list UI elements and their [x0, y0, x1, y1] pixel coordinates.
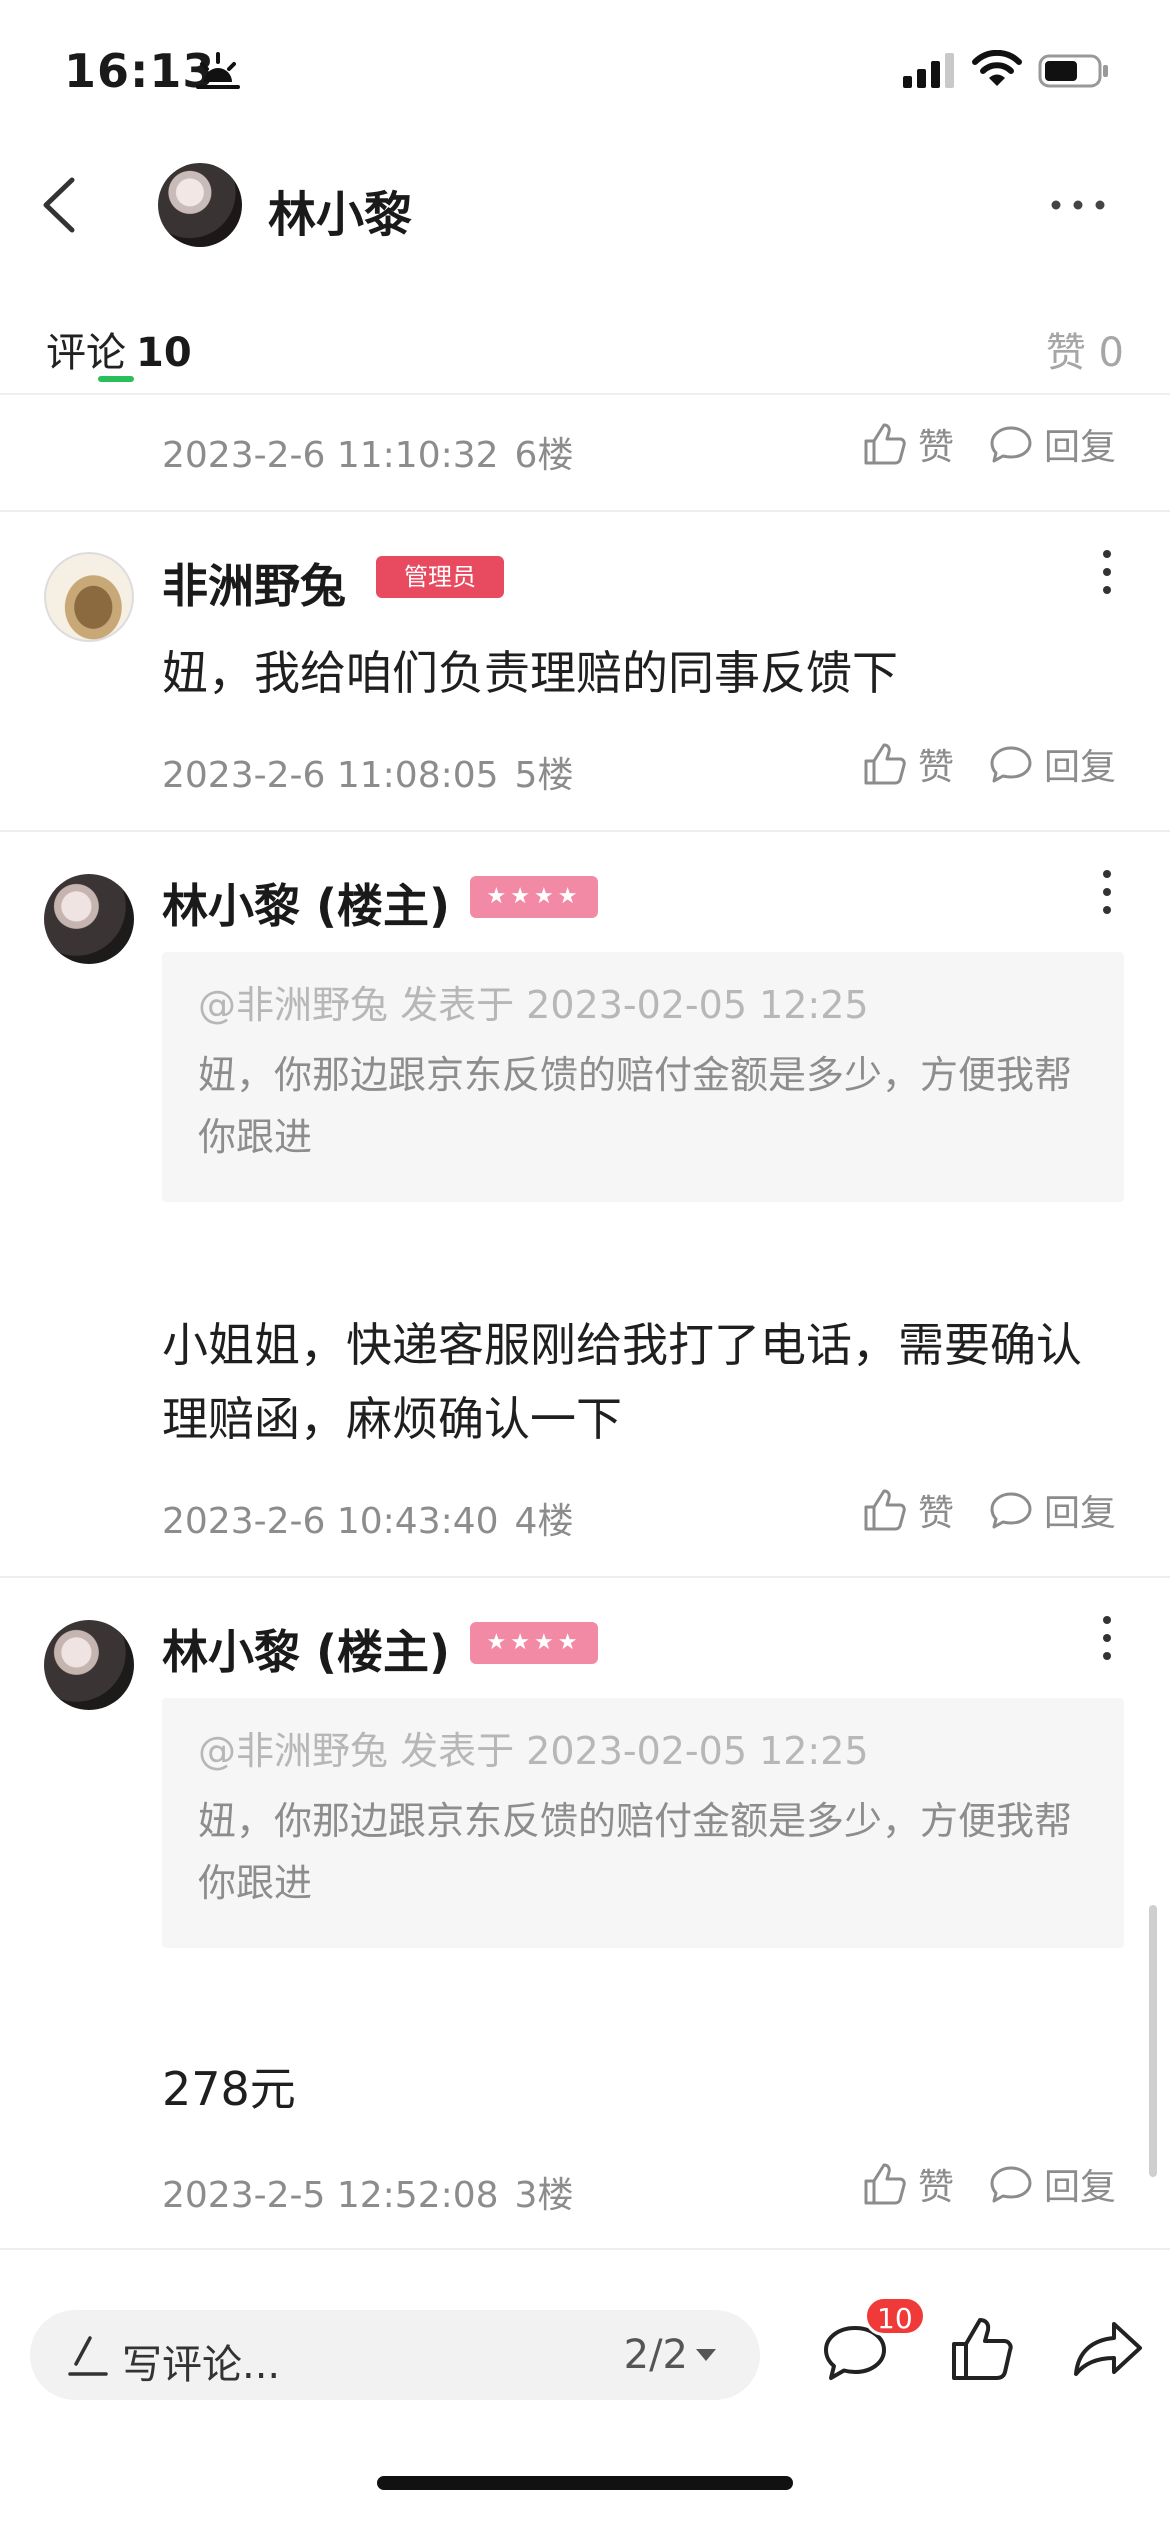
- caret-down-icon: [696, 2349, 716, 2361]
- comment-more-icon[interactable]: [1098, 868, 1116, 916]
- like-button[interactable]: 赞: [862, 738, 954, 790]
- comment-meta: 2023-2-6 10:43:40 4楼 赞 回复: [162, 1484, 1122, 1544]
- level-badge: ★★★★: [470, 876, 598, 918]
- comment-bubble-icon: [990, 1492, 1032, 1529]
- status-bar: 16:13: [0, 0, 1170, 150]
- signal-icon: [903, 53, 954, 88]
- divider: [0, 510, 1170, 512]
- like-button[interactable]: 赞: [862, 418, 954, 470]
- thumbs-up-icon: [864, 743, 906, 785]
- comment-meta: 2023-2-6 11:10:32 6楼 赞 回复: [162, 418, 1122, 478]
- more-icon[interactable]: [1050, 195, 1106, 215]
- comment-author[interactable]: 林小黎 (楼主): [162, 870, 450, 936]
- reply-button[interactable]: 回复: [988, 418, 1116, 470]
- tab-likes[interactable]: 赞 0: [1046, 320, 1124, 378]
- thumbs-up-icon: [864, 423, 906, 465]
- reply-label: 回复: [1044, 747, 1117, 788]
- admin-badge: 管理员: [376, 556, 504, 598]
- reply-button[interactable]: 回复: [988, 1484, 1116, 1536]
- comment-time: 2023-2-6 11:10:32: [162, 435, 499, 476]
- comment-bubble-icon: [990, 2166, 1032, 2203]
- write-comment-input[interactable]: 写评论... 2/2: [30, 2310, 760, 2400]
- header-avatar[interactable]: [158, 163, 242, 247]
- comment-bubble-icon: [990, 746, 1032, 783]
- quote-header: @非洲野兔 发表于 2023-02-05 12:25: [198, 983, 869, 1027]
- comment-text: 小姐姐，快递客服刚给我打了电话，需要确认理赔函，麻烦确认一下: [162, 1318, 1082, 1446]
- page-indicator-label: 2/2: [623, 2332, 688, 2378]
- bottom-bar: 写评论... 2/2 10: [0, 2248, 1170, 2532]
- page-title[interactable]: 林小黎: [268, 175, 412, 245]
- thumbs-up-icon[interactable]: [950, 2316, 1014, 2382]
- comment-floor: 5楼: [514, 755, 574, 796]
- quoted-comment[interactable]: @非洲野兔 发表于 2023-02-05 12:25 妞，你那边跟京东反馈的赔付…: [162, 952, 1124, 1202]
- comment-time: 2023-2-6 11:08:05: [162, 755, 499, 796]
- scrollbar[interactable]: [1149, 1905, 1157, 2177]
- comment-floor: 3楼: [514, 2175, 574, 2216]
- comment-floor: 6楼: [514, 435, 574, 476]
- tabs: 评论 10 赞 0: [0, 300, 1170, 395]
- thumbs-up-icon: [864, 2163, 906, 2205]
- header: 林小黎: [0, 150, 1170, 260]
- tab-comments[interactable]: 评论 10: [46, 320, 192, 378]
- sunrise-icon: [196, 52, 240, 89]
- active-tab-indicator: [98, 376, 134, 382]
- battery-icon: [1038, 54, 1108, 88]
- quote-body: 妞，你那边跟京东反馈的赔付金额是多少，方便我帮你跟进: [198, 1799, 1073, 1905]
- like-button[interactable]: 赞: [862, 1484, 954, 1536]
- reply-label: 回复: [1044, 1493, 1117, 1534]
- like-label: 赞: [918, 1493, 955, 1534]
- reply-label: 回复: [1044, 2167, 1117, 2208]
- reply-button[interactable]: 回复: [988, 2158, 1116, 2210]
- pen-icon: [68, 2336, 108, 2376]
- comment-time: 2023-2-5 12:52:08: [162, 2175, 499, 2216]
- like-label: 赞: [918, 2167, 955, 2208]
- level-badge: ★★★★: [470, 1622, 598, 1664]
- reply-button[interactable]: 回复: [988, 738, 1116, 790]
- comment-more-icon[interactable]: [1098, 548, 1116, 596]
- like-label: 赞: [918, 427, 955, 468]
- divider: [0, 1576, 1170, 1578]
- avatar[interactable]: [44, 552, 134, 642]
- like-button[interactable]: 赞: [862, 2158, 954, 2210]
- comment-more-icon[interactable]: [1098, 1614, 1116, 1662]
- comment-bubble-icon: [990, 426, 1032, 463]
- comment-time: 2023-2-6 10:43:40: [162, 1501, 499, 1542]
- tab-comments-label: 评论: [46, 330, 126, 376]
- home-indicator: [377, 2476, 793, 2490]
- wifi-icon: [972, 50, 1022, 86]
- comment-count-badge: 10: [864, 2296, 926, 2336]
- quote-body: 妞，你那边跟京东反馈的赔付金额是多少，方便我帮你跟进: [198, 1053, 1073, 1159]
- tab-comments-count: 10: [136, 330, 192, 376]
- back-icon[interactable]: [30, 170, 90, 240]
- status-time: 16:13: [64, 44, 216, 98]
- quoted-comment[interactable]: @非洲野兔 发表于 2023-02-05 12:25 妞，你那边跟京东反馈的赔付…: [162, 1698, 1124, 1948]
- divider: [0, 830, 1170, 832]
- thumbs-up-icon: [864, 1489, 906, 1531]
- like-label: 赞: [918, 747, 955, 788]
- quote-header: @非洲野兔 发表于 2023-02-05 12:25: [198, 1729, 869, 1773]
- comment-text: 278元: [162, 2062, 296, 2116]
- reply-label: 回复: [1044, 427, 1117, 468]
- comment-meta: 2023-2-5 12:52:08 3楼 赞 回复: [162, 2158, 1122, 2218]
- comment-text: 妞，我给咱们负责理赔的同事反馈下: [162, 646, 898, 700]
- avatar[interactable]: [44, 1620, 134, 1710]
- share-icon[interactable]: [1072, 2320, 1144, 2378]
- comment-meta: 2023-2-6 11:08:05 5楼 赞 回复: [162, 738, 1122, 798]
- comment-author[interactable]: 林小黎 (楼主): [162, 1616, 450, 1682]
- avatar[interactable]: [44, 874, 134, 964]
- write-comment-placeholder: 写评论...: [122, 2342, 281, 2388]
- page-selector[interactable]: 2/2: [624, 2332, 716, 2378]
- comment-floor: 4楼: [514, 1501, 574, 1542]
- comment-author[interactable]: 非洲野兔: [162, 550, 346, 616]
